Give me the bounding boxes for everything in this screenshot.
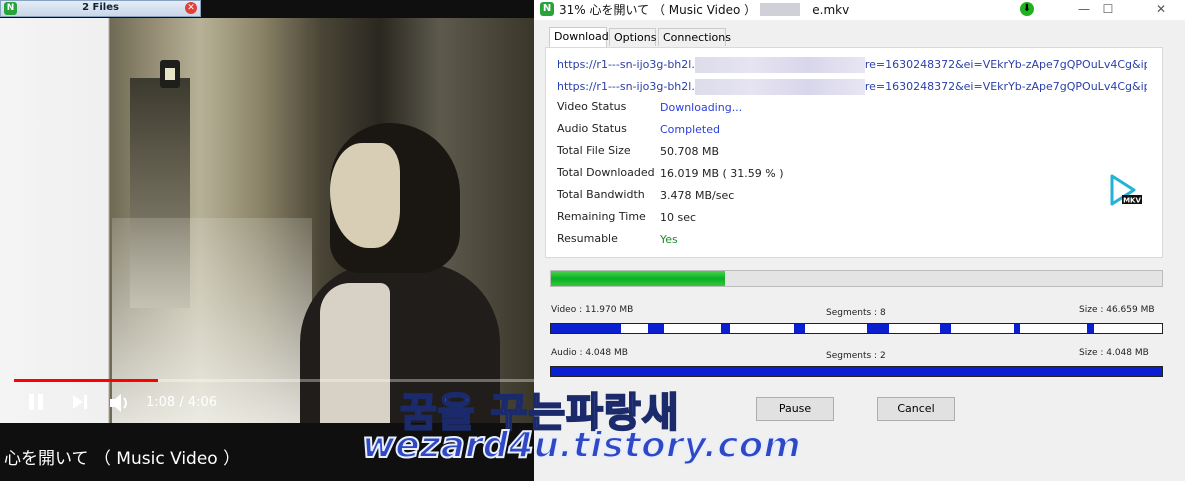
video-total-size: Size : 46.659 MB	[1079, 305, 1155, 315]
audio-segment-count: Segments : 2	[826, 351, 886, 361]
tab-options[interactable]: Options	[609, 28, 656, 46]
video-time: 1:08 / 4:06	[146, 395, 218, 410]
status-label: Total File Size	[557, 144, 631, 157]
status-value: 50.708 MB	[660, 145, 720, 158]
video-segment-count: Segments : 8	[826, 308, 886, 318]
cancel-button[interactable]: Cancel	[877, 397, 955, 421]
segment-filled	[551, 367, 1162, 376]
video-scene-person	[300, 123, 500, 423]
maximize-button[interactable]: ☐	[1088, 0, 1128, 20]
status-label: Total Bandwidth	[557, 188, 645, 201]
pause-icon[interactable]	[27, 392, 47, 414]
status-label: Total Downloaded	[557, 166, 655, 179]
status-label: Resumable	[557, 232, 618, 245]
status-label: Remaining Time	[557, 210, 646, 223]
source-url[interactable]: https://r1---sn-ijo3g-bh2l. re=1630248372…	[557, 79, 1147, 95]
video-seek-played	[14, 379, 158, 382]
source-url[interactable]: https://r1---sn-ijo3g-bh2l. re=1630248372…	[557, 57, 1147, 73]
window-titlebar[interactable]: N 31% 心を開いて （ Music Video ） - e.mkv ⬇ — ☐…	[534, 0, 1185, 20]
files-bar[interactable]: N 2 Files ✕	[0, 0, 201, 17]
segment-filled	[940, 324, 952, 333]
status-value: Downloading...	[660, 101, 743, 114]
download-progress-bar	[550, 270, 1163, 287]
status-value: Yes	[660, 233, 678, 246]
segment-filled	[551, 324, 622, 333]
volume-icon[interactable]	[108, 392, 132, 414]
app-logo-icon: N	[540, 2, 554, 16]
next-icon[interactable]	[70, 392, 90, 414]
video-scene-lamp	[160, 60, 180, 88]
status-value: 3.478 MB/sec	[660, 189, 735, 202]
segment-filled	[794, 324, 805, 333]
window-title: 31% 心を開いて （ Music Video ） - e.mkv	[559, 3, 850, 17]
audio-total-size: Size : 4.048 MB	[1079, 348, 1149, 358]
segment-filled	[647, 324, 665, 333]
watermark-url: wezard4u.tistory.com	[361, 424, 802, 467]
mkv-file-icon: MKV	[1108, 174, 1142, 206]
audio-segments-bar	[550, 366, 1163, 377]
status-label: Audio Status	[557, 122, 627, 135]
title-redaction	[760, 3, 800, 16]
status-value: Completed	[660, 123, 720, 136]
segment-filled	[1086, 324, 1094, 333]
download-arrow-icon[interactable]: ⬇	[1020, 2, 1034, 16]
close-icon[interactable]: ✕	[185, 2, 197, 14]
segment-filled	[867, 324, 889, 333]
status-value: 16.019 MB ( 31.59 % )	[660, 167, 784, 180]
pause-button[interactable]: Pause	[756, 397, 834, 421]
segment-filled	[720, 324, 730, 333]
url-redaction	[694, 57, 865, 73]
video-title: 心を開いて （ Music Video ）	[4, 449, 241, 469]
video-size-downloaded: Video : 11.970 MB	[551, 305, 634, 315]
mkv-label: MKV	[1123, 197, 1141, 205]
video-segments-bar	[550, 323, 1163, 334]
segment-filled	[1013, 324, 1021, 333]
status-label: Video Status	[557, 100, 627, 113]
download-progress-fill	[551, 271, 726, 286]
video-frame[interactable]	[0, 18, 534, 423]
audio-size-downloaded: Audio : 4.048 MB	[551, 348, 628, 358]
video-scene-light	[112, 218, 312, 423]
status-value: 10 sec	[660, 211, 697, 224]
files-count: 2 Files	[82, 2, 119, 13]
tab-download[interactable]: Download	[549, 27, 609, 47]
tab-connections[interactable]: Connections	[658, 28, 731, 46]
download-panel: https://r1---sn-ijo3g-bh2l. re=1630248372…	[545, 47, 1163, 258]
close-button[interactable]: ✕	[1141, 0, 1181, 20]
url-redaction	[694, 79, 865, 95]
